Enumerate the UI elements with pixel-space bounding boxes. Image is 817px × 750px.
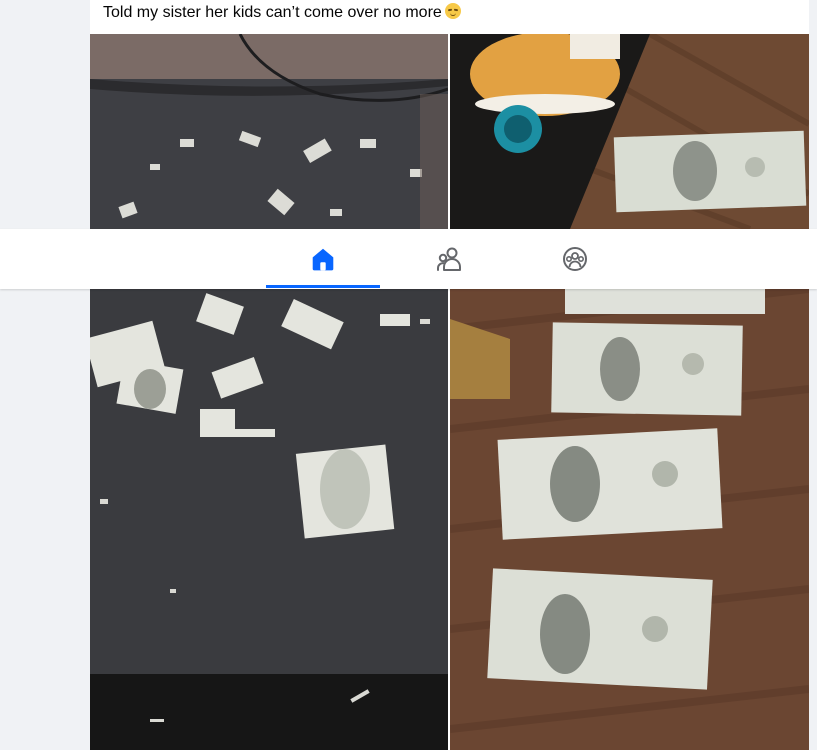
post-caption-text: Told my sister her kids can’t come over …: [103, 4, 442, 21]
friends-icon: [437, 247, 461, 271]
tab-home[interactable]: [266, 229, 380, 289]
post-photo-3[interactable]: [90, 289, 448, 750]
tab-groups[interactable]: [518, 229, 632, 289]
groups-icon: [563, 247, 587, 271]
post-caption: Told my sister her kids can’t come over …: [103, 3, 461, 31]
relieved-face-emoji-icon: [444, 3, 461, 19]
post-photo-4[interactable]: [450, 289, 809, 750]
home-icon: [312, 248, 334, 271]
bottom-navbar: [0, 229, 817, 289]
post-photo-2[interactable]: [450, 34, 809, 229]
post-photo-1[interactable]: [90, 34, 448, 229]
tab-friends[interactable]: [393, 229, 507, 289]
post-card: Told my sister her kids can’t come over …: [90, 0, 809, 750]
active-tab-indicator: [266, 285, 380, 288]
